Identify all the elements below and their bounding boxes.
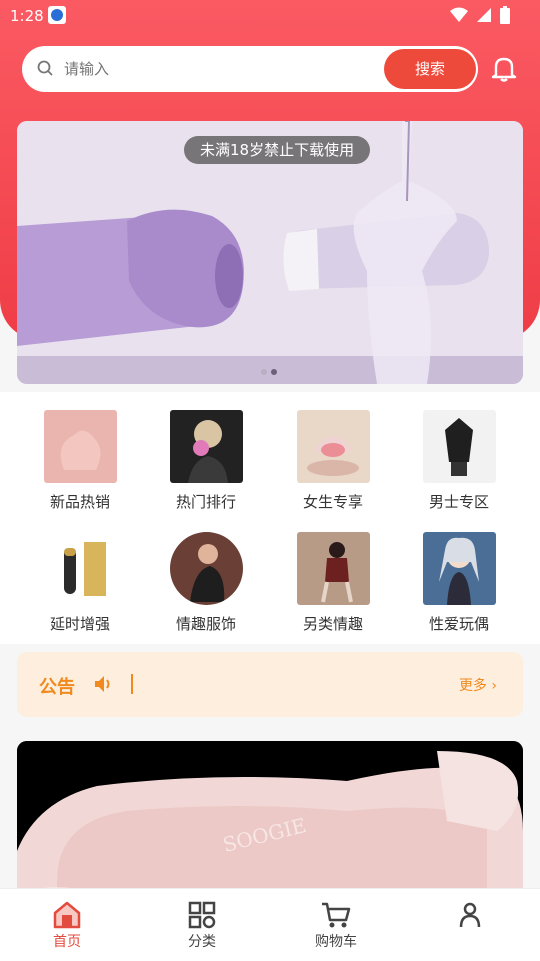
signal-icon <box>477 8 491 22</box>
category-label: 延时增强 <box>49 615 110 633</box>
category-item[interactable]: 延时增强 <box>20 532 140 634</box>
search-bar: 搜索 <box>22 46 478 92</box>
category-image <box>43 532 117 605</box>
status-bar: 1:28 <box>0 0 540 32</box>
search-icon <box>37 60 53 76</box>
category-image <box>169 532 243 605</box>
category-image <box>422 532 496 605</box>
category-item[interactable]: 新品热销 <box>20 410 140 512</box>
bottom-tab-bar: 首页 分类 购物车 <box>0 888 540 961</box>
banner-pagination <box>261 369 277 375</box>
chevron-right-icon: › <box>491 678 497 694</box>
category-item[interactable]: 另类情趣 <box>273 532 393 634</box>
home-icon <box>53 901 81 929</box>
wifi-icon <box>450 7 468 22</box>
category-item[interactable]: 性爱玩偶 <box>399 532 519 634</box>
notice-cursor <box>131 674 133 694</box>
category-image <box>296 410 370 483</box>
search-input[interactable] <box>64 46 364 92</box>
cart-icon <box>322 902 351 928</box>
category-label: 热门排行 <box>175 493 236 511</box>
product-card-image[interactable]: SOOGIE <box>17 741 523 901</box>
app-notification-icon <box>48 6 66 24</box>
speaker-icon <box>95 676 110 692</box>
category-item[interactable]: 女生专享 <box>273 410 393 512</box>
category-item[interactable]: 热门排行 <box>146 410 266 512</box>
tab-category[interactable]: 分类 <box>152 901 252 951</box>
status-time: 1:28 <box>10 7 44 25</box>
banner-dot <box>261 369 267 375</box>
promo-banner[interactable]: 未满18岁禁止下载使用 <box>17 121 523 384</box>
bell-icon[interactable] <box>490 55 518 83</box>
category-label: 另类情趣 <box>302 615 363 633</box>
category-image <box>296 532 370 605</box>
battery-icon <box>500 6 510 24</box>
category-image <box>169 410 243 483</box>
category-label: 男士专区 <box>428 493 489 511</box>
banner-dot-active <box>271 369 277 375</box>
tab-label: 首页 <box>53 934 81 950</box>
category-label: 情趣服饰 <box>175 615 236 633</box>
category-label: 新品热销 <box>49 493 110 511</box>
tab-profile[interactable] <box>420 901 520 931</box>
tab-label: 分类 <box>188 934 216 950</box>
notice-more-link[interactable]: 更多 › <box>459 675 497 695</box>
category-label: 女生专享 <box>302 493 363 511</box>
category-item[interactable]: 男士专区 <box>399 410 519 512</box>
category-grid: 新品热销 热门排行 女生专享 男士专区 延时增强 情趣服饰 另类情趣 性爱玩偶 <box>0 392 540 644</box>
notice-more-label: 更多 <box>458 678 487 694</box>
category-image <box>422 410 496 483</box>
category-image <box>43 410 117 483</box>
category-label: 性爱玩偶 <box>428 615 489 633</box>
category-item[interactable]: 情趣服饰 <box>146 532 266 634</box>
age-warning-tag: 未满18岁禁止下载使用 <box>184 136 371 164</box>
person-icon <box>459 902 481 928</box>
notice-bar[interactable]: 公告 更多 › <box>17 652 523 717</box>
tab-home[interactable]: 首页 <box>17 901 117 951</box>
grid-icon <box>188 901 216 929</box>
search-button[interactable]: 搜索 <box>384 49 476 89</box>
tab-label: 购物车 <box>315 934 357 950</box>
notice-title: 公告 <box>39 677 75 698</box>
tab-cart[interactable]: 购物车 <box>286 901 386 951</box>
